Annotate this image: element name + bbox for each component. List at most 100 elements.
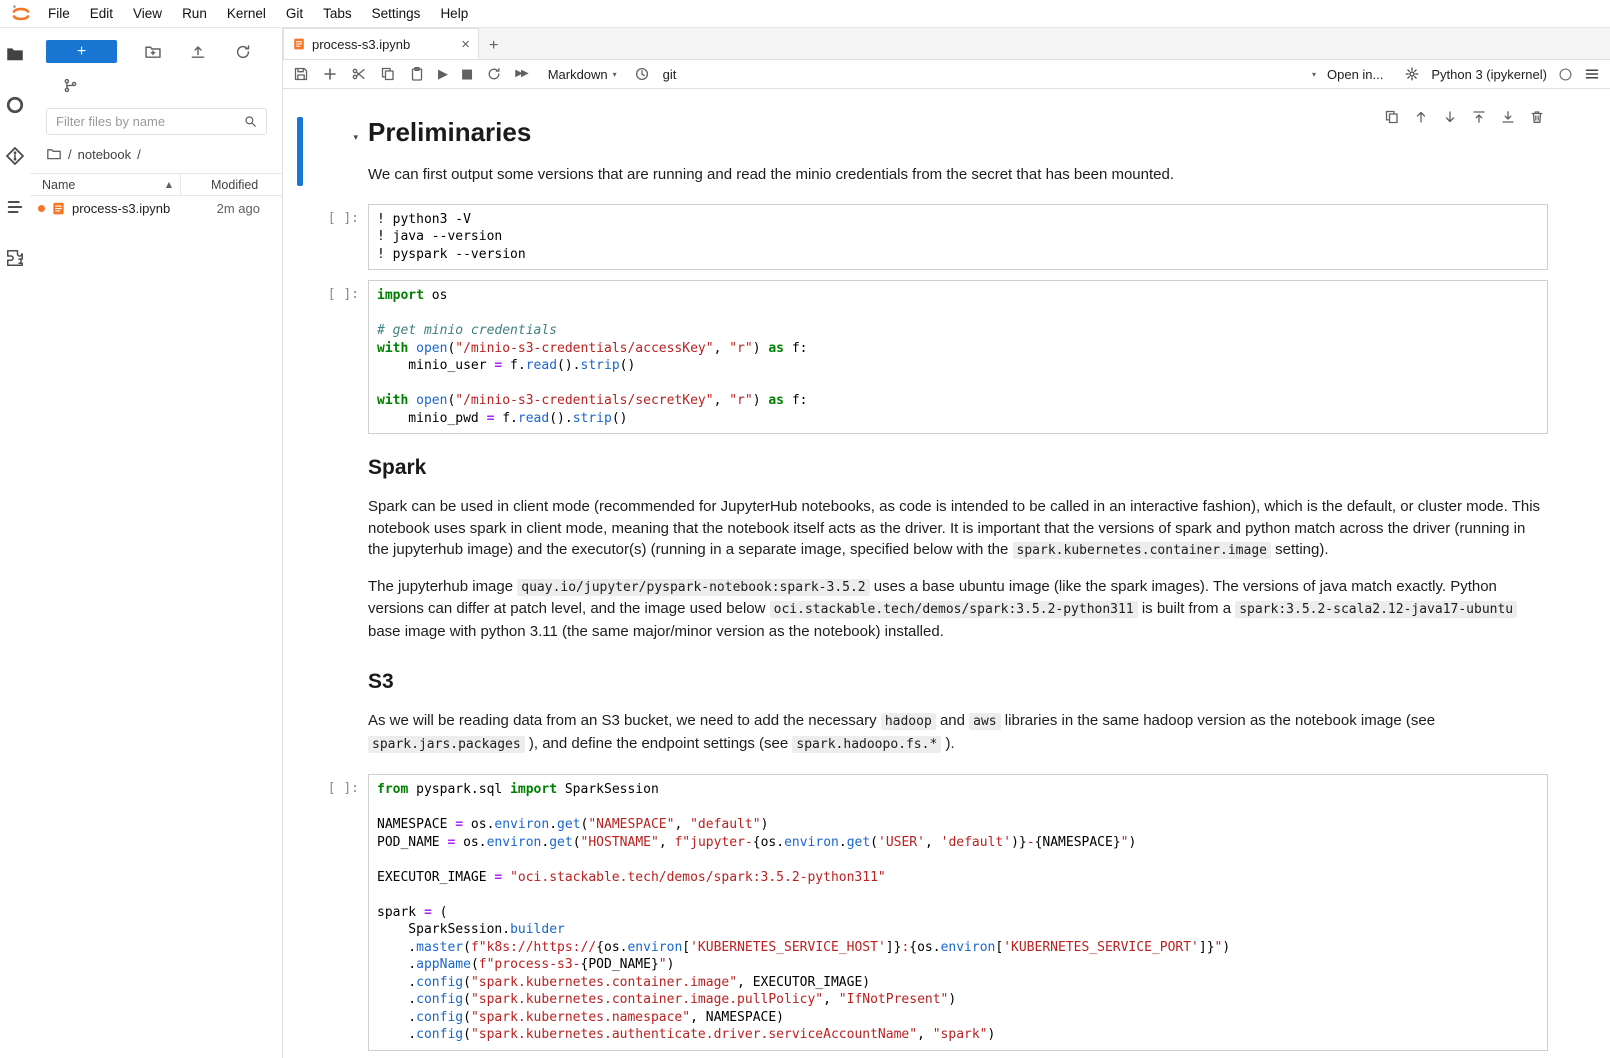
notebook-file-icon <box>51 201 66 216</box>
markdown-heading: S3 <box>368 670 1548 694</box>
paste-icon[interactable] <box>409 66 425 82</box>
markdown-heading: Spark <box>368 456 1548 480</box>
markdown-heading: Preliminaries <box>368 117 1548 148</box>
git-label: git <box>663 67 677 82</box>
run-icon[interactable]: ▶ <box>438 68 448 81</box>
home-folder-icon[interactable] <box>46 146 62 162</box>
tab-process-s3[interactable]: process-s3.ipynb × <box>283 28 479 59</box>
move-cell-up-icon[interactable] <box>1413 109 1429 125</box>
file-modified: 2m ago <box>217 201 282 216</box>
tab-label: process-s3.ipynb <box>312 37 410 52</box>
insert-cell-above-icon[interactable] <box>1471 109 1487 125</box>
code-line: # get minio credentials <box>377 322 1539 340</box>
column-header-name[interactable]: Name ▲ <box>30 174 180 195</box>
markdown-paragraph: Spark can be used in client mode (recomm… <box>368 496 1548 562</box>
search-icon <box>243 114 258 129</box>
delete-cell-icon[interactable] <box>1529 109 1545 125</box>
activity-bar <box>0 28 30 1058</box>
git-actions-row <box>30 63 282 94</box>
insert-cell-icon[interactable] <box>322 66 338 82</box>
hamburger-menu-icon[interactable] <box>1584 66 1600 82</box>
code-line: SparkSession.builder <box>377 921 1539 939</box>
breadcrumb-folder[interactable]: notebook <box>78 147 132 162</box>
inline-code: hadoop <box>881 713 936 730</box>
code-line: with open("/minio-s3-credentials/secretK… <box>377 392 1539 410</box>
heading-collapse-icon[interactable]: ▾ <box>353 133 358 143</box>
code-line <box>377 305 1539 323</box>
git-timeline-icon[interactable] <box>634 66 650 82</box>
move-cell-down-icon[interactable] <box>1442 109 1458 125</box>
code-line: import os <box>377 287 1539 305</box>
code-line: .config("spark.kubernetes.authenticate.d… <box>377 1026 1539 1044</box>
markdown-cell-preliminaries[interactable]: ▾ Preliminaries We can first output some… <box>283 107 1610 198</box>
new-launcher-button[interactable]: + <box>46 40 117 63</box>
new-tab-button[interactable]: + <box>479 37 508 59</box>
menu-help[interactable]: Help <box>430 0 478 28</box>
duplicate-cell-icon[interactable] <box>1384 109 1400 125</box>
menu-bar: File Edit View Run Kernel Git Tabs Setti… <box>0 0 1610 28</box>
code-editor[interactable]: import os # get minio credentials with op… <box>368 280 1548 434</box>
chevron-down-icon: ▾ <box>613 70 617 79</box>
markdown-cell-spark[interactable]: Spark Spark can be used in client mode (… <box>283 456 1610 642</box>
code-line: .appName(f"process-s3-{POD_NAME}") <box>377 956 1539 974</box>
open-in-dropdown[interactable]: Open in... <box>1327 67 1383 82</box>
filter-files-input[interactable] <box>46 108 267 135</box>
menu-edit[interactable]: Edit <box>80 0 123 28</box>
menu-kernel[interactable]: Kernel <box>217 0 276 28</box>
breadcrumb: / notebook / <box>30 135 282 171</box>
cut-icon[interactable] <box>351 66 367 82</box>
menu-view[interactable]: View <box>123 0 172 28</box>
menu-git[interactable]: Git <box>276 0 313 28</box>
git-sidebar-icon[interactable] <box>5 146 25 166</box>
insert-cell-below-icon[interactable] <box>1500 109 1516 125</box>
code-line: POD_NAME = os.environ.get("HOSTNAME", f"… <box>377 834 1539 852</box>
sort-ascending-icon[interactable]: ▲ <box>166 180 172 189</box>
code-cell-minio-credentials[interactable]: [ ]: import os # get minio credentials wi… <box>283 280 1610 434</box>
breadcrumb-separator: / <box>137 147 141 162</box>
file-status-dot <box>38 205 45 212</box>
running-kernels-icon[interactable] <box>5 95 25 115</box>
menu-file[interactable]: File <box>38 0 80 28</box>
code-line: minio_user = f.read().strip() <box>377 357 1539 375</box>
code-cell-spark-session[interactable]: [ ]: from pyspark.sql import SparkSessio… <box>283 774 1610 1051</box>
code-line <box>377 851 1539 869</box>
main-area: process-s3.ipynb × + ▶ ■ ▶▶ Markdown ▾ <box>283 28 1610 1058</box>
code-line: .master(f"k8s://https://{os.environ['KUB… <box>377 939 1539 957</box>
code-cell-versions[interactable]: [ ]: ! python3 -V! java --version! pyspa… <box>283 204 1610 271</box>
inline-code: spark.hadoopo.fs.* <box>792 736 941 753</box>
execution-prompt: [ ]: <box>328 287 359 302</box>
restart-kernel-icon[interactable] <box>486 66 502 82</box>
save-icon[interactable] <box>293 66 309 82</box>
extensions-icon[interactable] <box>5 248 25 268</box>
code-line <box>377 375 1539 393</box>
refresh-icon[interactable] <box>234 43 252 61</box>
file-row[interactable]: process-s3.ipynb 2m ago <box>30 196 282 221</box>
table-of-contents-icon[interactable] <box>5 197 25 217</box>
menu-tabs[interactable]: Tabs <box>313 0 362 28</box>
kernel-name[interactable]: Python 3 (ipykernel) <box>1431 67 1547 82</box>
menu-run[interactable]: Run <box>172 0 217 28</box>
file-browser-tab-icon[interactable] <box>5 44 25 64</box>
stop-icon[interactable]: ■ <box>461 68 473 81</box>
run-all-icon[interactable]: ▶▶ <box>515 69 526 79</box>
kernel-status-icon <box>1558 67 1573 82</box>
new-folder-icon[interactable] <box>144 43 162 61</box>
git-clone-icon[interactable] <box>62 77 79 94</box>
file-browser-panel: + / notebook / Name <box>30 28 283 1058</box>
file-browser-toolbar: + <box>30 28 282 63</box>
code-editor[interactable]: from pyspark.sql import SparkSession NAM… <box>368 774 1548 1051</box>
file-list-header: Name ▲ Modified <box>30 173 282 196</box>
upload-icon[interactable] <box>189 43 207 61</box>
breadcrumb-root[interactable]: / <box>68 147 72 162</box>
column-header-modified[interactable]: Modified <box>180 174 282 195</box>
markdown-cell-s3[interactable]: S3 As we will be reading data from an S3… <box>283 670 1610 755</box>
code-line: .config("spark.kubernetes.container.imag… <box>377 991 1539 1009</box>
copy-icon[interactable] <box>380 66 396 82</box>
gear-icon[interactable] <box>1404 66 1420 82</box>
file-name: process-s3.ipynb <box>72 201 170 216</box>
menu-settings[interactable]: Settings <box>362 0 431 28</box>
code-line: .config("spark.kubernetes.container.imag… <box>377 974 1539 992</box>
close-icon[interactable]: × <box>461 37 470 52</box>
code-editor[interactable]: ! python3 -V! java --version! pyspark --… <box>368 204 1548 271</box>
cell-type-dropdown[interactable]: Markdown ▾ <box>548 67 617 82</box>
